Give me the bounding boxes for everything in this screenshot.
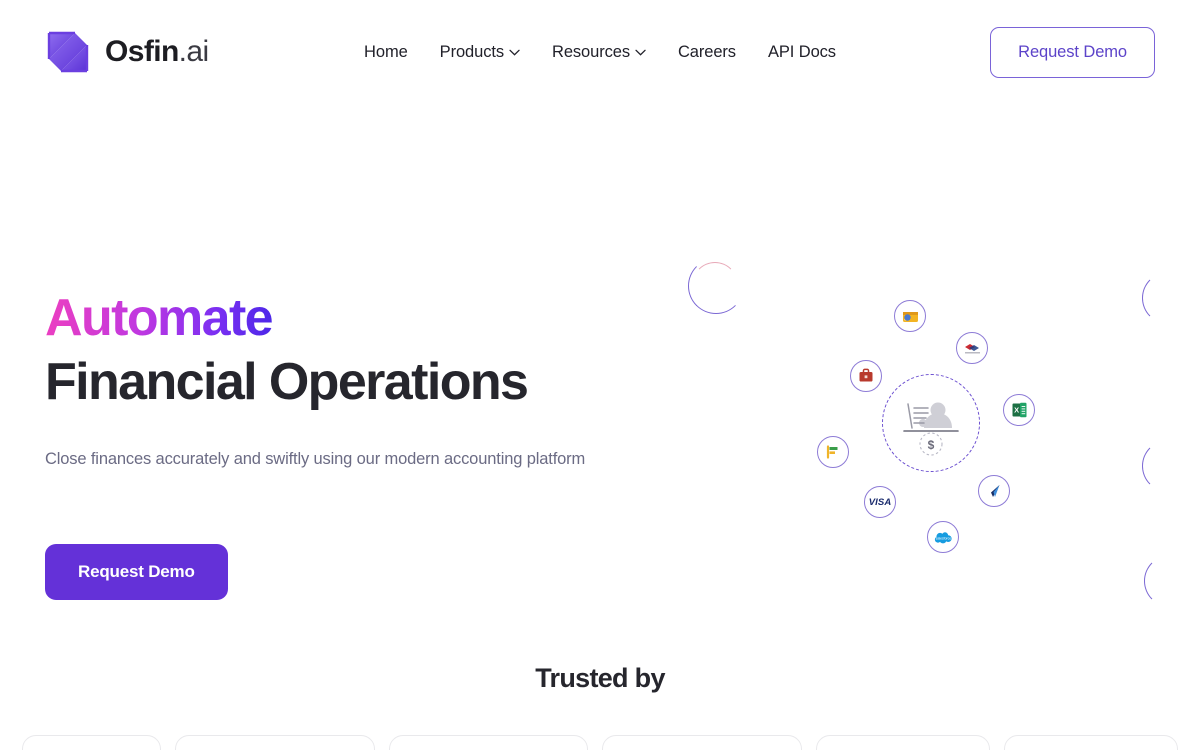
integration-badge-flag-green[interactable]: [817, 436, 849, 468]
nav-item-resources[interactable]: Resources: [552, 43, 646, 62]
nav-item-careers[interactable]: Careers: [678, 43, 736, 62]
integration-badge-excel[interactable]: X: [1003, 394, 1035, 426]
trusted-logo-cards: [0, 735, 1200, 750]
nav-label: API Docs: [767, 42, 836, 61]
nav-item-api-docs[interactable]: API Docs: [768, 43, 836, 62]
salesforce-icon: salesforce: [934, 531, 952, 543]
nav-item-home[interactable]: Home: [364, 43, 408, 62]
nav-item-products[interactable]: Products: [440, 43, 520, 62]
integration-badge-bank-of-america[interactable]: [956, 332, 988, 364]
brand-logo[interactable]: Osfin.ai: [45, 29, 209, 75]
chevron-down-icon: [509, 49, 520, 56]
nav-label: Careers: [677, 42, 736, 61]
decorative-arc-right-1: [1142, 272, 1194, 324]
svg-text:X: X: [1014, 406, 1019, 415]
brand-name: Osfin.ai: [105, 37, 209, 67]
flag-green-icon: [826, 445, 838, 459]
sage-arrow-icon: [990, 484, 999, 497]
hero-request-demo-button[interactable]: Request Demo: [45, 544, 228, 600]
logo-card[interactable]: [1004, 735, 1178, 750]
nav-label: Resources: [552, 42, 630, 61]
decorative-arc-right-3: [1144, 555, 1196, 607]
decorative-arc-right-2: [1142, 440, 1194, 492]
bank-of-america-icon: [964, 343, 980, 353]
nav-label: Home: [364, 42, 408, 61]
svg-text:$: $: [928, 438, 935, 452]
hero-copy: Automate Financial Operations Close fina…: [45, 286, 685, 469]
headline-rest: Financial Operations: [45, 353, 529, 411]
integration-badge-sage-arrow[interactable]: [978, 475, 1010, 507]
integration-badge-salesforce[interactable]: salesforce: [927, 521, 959, 553]
hero-subtitle: Close finances accurately and swiftly us…: [45, 450, 586, 468]
site-header: Osfin.ai Home Products Resources Careers: [0, 0, 1200, 104]
nav-label: Products: [439, 42, 504, 61]
header-request-demo-button[interactable]: Request Demo: [990, 26, 1155, 78]
integration-badge-bank-wallet[interactable]: [894, 300, 926, 332]
chevron-down-icon: [635, 49, 646, 56]
landing-page: Osfin.ai Home Products Resources Careers: [0, 0, 1200, 750]
logo-card[interactable]: [816, 735, 990, 750]
integration-badge-briefcase[interactable]: [850, 360, 882, 392]
brand-name-light: .ai: [178, 35, 209, 68]
main-navigation: Home Products Resources Careers API Docs: [364, 43, 836, 62]
osfin-diagonal-logo-icon: [45, 29, 91, 75]
trusted-by-heading: Trusted by: [535, 663, 665, 693]
core-circle: $: [882, 374, 980, 472]
svg-text:salesforce: salesforce: [935, 536, 951, 540]
briefcase-icon: [859, 368, 873, 382]
logo-card[interactable]: [175, 735, 375, 750]
logo-card[interactable]: [22, 735, 162, 750]
bank-wallet-icon: [902, 311, 918, 322]
visa-icon: VISA: [868, 496, 892, 508]
page-title: Automate Financial Operations: [45, 286, 685, 414]
hero-illustration: $ X VISA salesforce: [660, 250, 1200, 630]
excel-icon: X: [1012, 402, 1026, 418]
decorative-arc-top-left-pink: [692, 262, 738, 308]
logo-card[interactable]: [602, 735, 803, 750]
brand-name-strong: Osfin: [105, 35, 179, 68]
person-at-desk-accounting-icon: $: [903, 402, 959, 456]
logo-card[interactable]: [388, 735, 589, 750]
integration-badge-visa[interactable]: VISA: [864, 486, 896, 518]
headline-accent: Automate: [45, 286, 274, 350]
